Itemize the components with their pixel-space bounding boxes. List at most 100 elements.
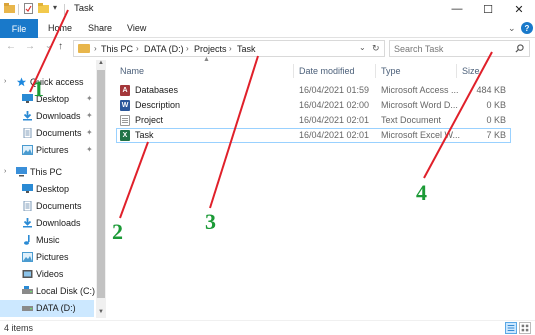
pin-icon[interactable]: ✦ <box>86 111 93 120</box>
sidebar-item-videos[interactable]: Videos <box>0 266 94 283</box>
column-header-date-modified[interactable]: Date modified <box>299 66 355 76</box>
expand-chevron-icon[interactable]: › <box>4 168 6 175</box>
file-size: 7 KB <box>486 130 506 140</box>
column-header-type[interactable]: Type <box>381 66 401 76</box>
pin-icon[interactable]: ✦ <box>86 94 93 103</box>
status-bar: 4 items <box>0 320 535 335</box>
pin-icon[interactable]: ✦ <box>86 145 93 154</box>
file-size: 0 KB <box>486 100 506 110</box>
pin-icon[interactable]: ✦ <box>86 128 93 137</box>
column-divider[interactable] <box>375 64 376 78</box>
breadcrumb-this-pc[interactable]: This PC <box>101 44 133 54</box>
sidebar-item-label: DATA (D:) <box>36 303 76 313</box>
sidebar-item-label: Local Disk (C:) <box>36 286 96 296</box>
search-box[interactable] <box>389 40 530 57</box>
expand-chevron-icon[interactable]: › <box>4 78 6 85</box>
tab-home[interactable]: Home <box>48 23 72 33</box>
picture-icon <box>22 145 33 155</box>
file-date: 16/04/2021 02:01 <box>299 130 370 140</box>
sidebar-item-documents[interactable]: Documents ✦ <box>0 125 94 142</box>
table-row[interactable]: Project 16/04/2021 02:01 Text Document 0… <box>116 113 511 128</box>
expand-ribbon-icon[interactable]: ⌄ <box>508 23 516 34</box>
file-type: Microsoft Excel W... <box>381 130 461 140</box>
drive-icon <box>22 286 33 294</box>
tab-file[interactable]: File <box>0 19 38 38</box>
document-icon <box>23 201 32 211</box>
column-divider[interactable] <box>293 64 294 78</box>
desktop-icon <box>22 94 33 103</box>
sidebar-item-music[interactable]: Music <box>0 232 94 249</box>
ribbon-tabs: File Home Share View ⌄ ? <box>0 19 535 38</box>
window-title: Task <box>74 3 94 14</box>
help-icon[interactable]: ? <box>521 22 533 34</box>
column-header-name[interactable]: Name <box>120 66 144 76</box>
quick-access-separator <box>18 4 19 15</box>
column-divider[interactable] <box>456 64 457 78</box>
search-icon[interactable] <box>515 44 524 53</box>
column-header-size[interactable]: Size <box>462 66 480 76</box>
sidebar-item-this-pc[interactable]: › This PC <box>0 164 94 181</box>
search-input[interactable] <box>394 43 509 55</box>
tab-share[interactable]: Share <box>88 23 112 33</box>
sidebar-item-local-disk-c[interactable]: Local Disk (C:) <box>0 283 96 300</box>
details-view-icon[interactable] <box>505 322 517 334</box>
large-icons-view-icon[interactable] <box>519 322 531 334</box>
table-row[interactable]: X Task 16/04/2021 02:01 Microsoft Excel … <box>116 128 511 143</box>
sidebar-item-label: Videos <box>36 269 64 279</box>
breadcrumb-separator[interactable]: › <box>229 44 232 53</box>
customize-quick-access-icon[interactable]: ▾ <box>53 3 57 12</box>
sidebar-item-label: Downloads <box>36 218 81 228</box>
close-button[interactable]: ✕ <box>504 0 534 18</box>
scroll-down-icon[interactable]: ▼ <box>96 309 106 315</box>
video-icon <box>22 270 33 278</box>
breadcrumb-separator[interactable]: › <box>186 44 189 53</box>
sidebar-item-documents[interactable]: Documents <box>0 198 94 215</box>
up-arrow-icon[interactable]: ↑ <box>58 41 63 52</box>
tab-view[interactable]: View <box>127 23 146 33</box>
file-type: Microsoft Word D... <box>381 100 458 110</box>
sidebar-item-downloads[interactable]: Downloads ✦ <box>0 108 94 125</box>
sidebar-item-desktop[interactable]: Desktop <box>0 181 94 198</box>
address-dropdown-icon[interactable]: ⌄ <box>359 43 366 52</box>
text-file-icon <box>120 115 130 126</box>
refresh-icon[interactable]: ↻ <box>372 43 380 54</box>
breadcrumb-separator[interactable]: › <box>136 44 139 53</box>
music-icon <box>24 235 30 245</box>
sidebar-item-pictures[interactable]: Pictures ✦ <box>0 142 94 159</box>
breadcrumb-data-d[interactable]: DATA (D:) <box>144 44 184 54</box>
breadcrumb-projects[interactable]: Projects <box>194 44 227 54</box>
computer-icon <box>16 167 27 177</box>
properties-icon[interactable] <box>24 3 33 14</box>
file-size: 484 KB <box>476 85 506 95</box>
breadcrumb-separator[interactable]: › <box>94 44 97 53</box>
sidebar-item-label: Pictures <box>36 252 69 262</box>
table-row[interactable]: W Description 16/04/2021 02:00 Microsoft… <box>116 98 511 113</box>
breadcrumb-task[interactable]: Task <box>237 44 256 54</box>
new-folder-icon[interactable] <box>38 3 49 13</box>
document-icon <box>23 128 32 138</box>
address-folder-icon <box>78 44 90 53</box>
maximize-button[interactable]: ☐ <box>473 0 503 18</box>
back-arrow-icon[interactable]: ← <box>6 41 16 52</box>
recent-locations-icon[interactable]: ⌄ <box>45 41 52 50</box>
sidebar-item-desktop[interactable]: Desktop ✦ <box>0 91 94 108</box>
file-date: 16/04/2021 02:00 <box>299 100 370 110</box>
sidebar-item-downloads[interactable]: Downloads <box>0 215 94 232</box>
table-row[interactable]: A Databases 16/04/2021 01:59 Microsoft A… <box>116 83 511 98</box>
sidebar-scrollbar[interactable]: ▲ ▼ <box>96 60 106 318</box>
forward-arrow-icon[interactable]: → <box>25 41 35 52</box>
sidebar-item-label: Documents <box>36 201 82 211</box>
address-bar[interactable]: › This PC › DATA (D:) › Projects › Task … <box>73 40 385 57</box>
file-list: ▲ Name Date modified Type Size A Databas… <box>110 56 535 318</box>
minimize-button[interactable]: — <box>442 0 472 18</box>
sidebar-item-label: Downloads <box>36 111 81 121</box>
annotation-number-4: 4 <box>416 180 427 205</box>
sidebar-item-pictures[interactable]: Pictures <box>0 249 94 266</box>
sidebar-item-data-d[interactable]: DATA (D:) <box>0 300 94 317</box>
scrollbar-thumb[interactable] <box>97 70 105 298</box>
navigation-pane: › Quick access Desktop ✦ Downloads ✦ Doc… <box>0 60 107 318</box>
sidebar-item-quick-access[interactable]: › Quick access <box>0 74 94 91</box>
sidebar-item-label: Pictures <box>36 145 69 155</box>
folder-icon[interactable] <box>4 3 15 13</box>
scroll-up-icon[interactable]: ▲ <box>96 60 106 66</box>
